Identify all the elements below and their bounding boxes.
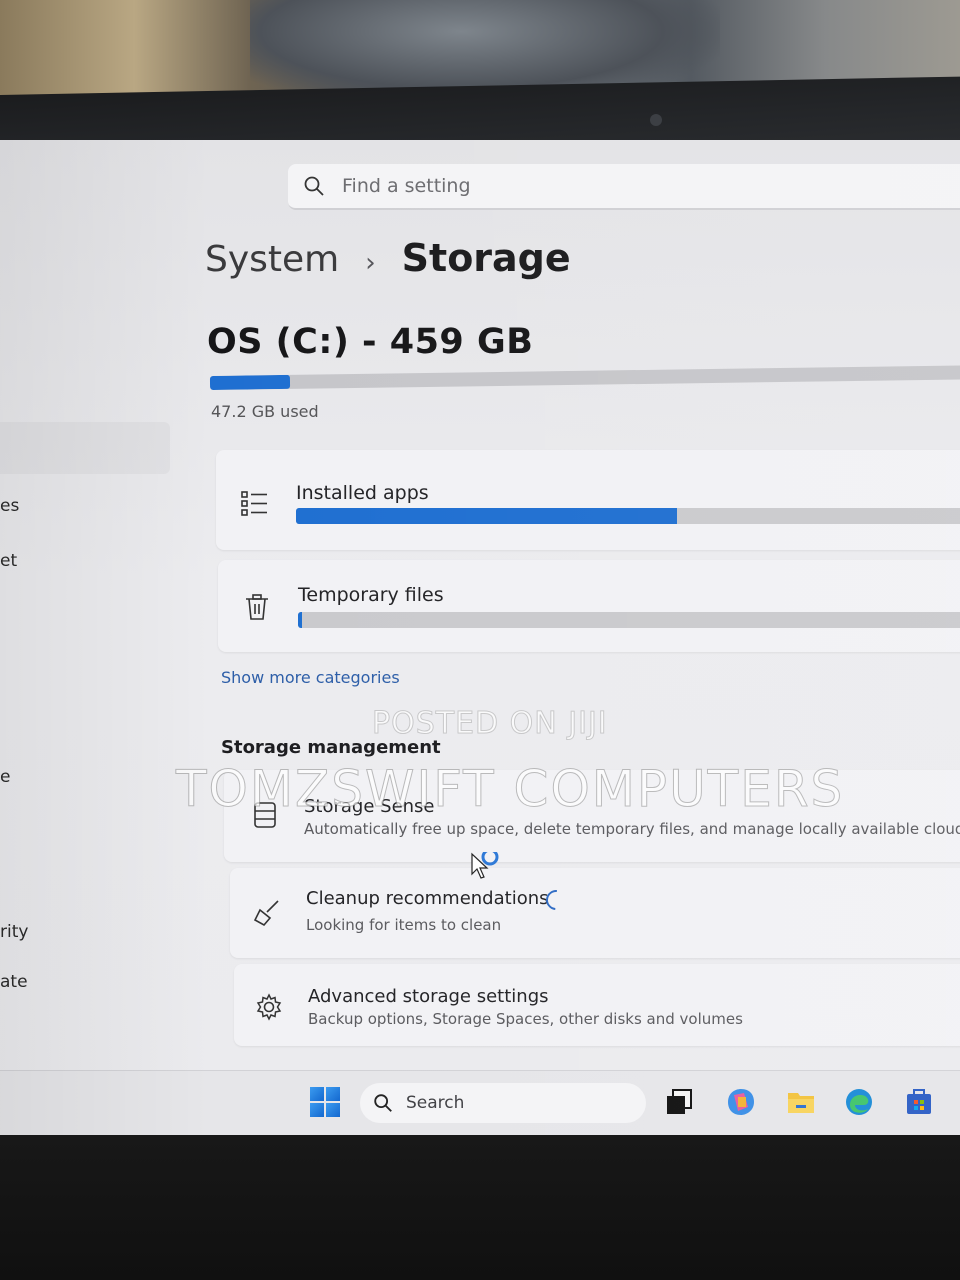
trash-icon bbox=[246, 594, 268, 620]
row-title: Cleanup recommendations bbox=[306, 888, 549, 909]
category-label: Installed apps bbox=[296, 482, 429, 504]
list-icon bbox=[241, 491, 267, 516]
watermark-shop: TOMZSWIFT COMPUTERS bbox=[175, 760, 845, 819]
category-usage-bar bbox=[296, 508, 960, 524]
search-placeholder: Find a setting bbox=[342, 175, 471, 197]
category-label: Temporary files bbox=[298, 584, 444, 606]
laptop-base bbox=[0, 1135, 960, 1280]
drive-used-label: 47.2 GB used bbox=[211, 402, 319, 421]
edge-icon[interactable] bbox=[844, 1087, 874, 1117]
breadcrumb-chevron-icon: › bbox=[365, 248, 376, 278]
show-more-categories-link[interactable]: Show more categories bbox=[221, 668, 400, 687]
microsoft-store-icon[interactable] bbox=[904, 1087, 934, 1117]
drive-usage-bar bbox=[209, 365, 960, 390]
broom-icon bbox=[253, 900, 279, 927]
taskbar-search-label: Search bbox=[406, 1093, 465, 1113]
sidebar-item-5[interactable]: ate bbox=[0, 972, 28, 992]
taskbar-search[interactable]: Search bbox=[360, 1083, 646, 1123]
busy-cursor-icon bbox=[471, 852, 499, 879]
category-usage-fill bbox=[298, 612, 303, 628]
cleanup-recommendations-row[interactable]: Cleanup recommendations Looking for item… bbox=[230, 868, 960, 958]
breadcrumb: System › Storage bbox=[205, 236, 571, 280]
start-button[interactable] bbox=[310, 1087, 340, 1117]
row-description: Looking for items to clean bbox=[306, 916, 502, 934]
settings-window: es et e rity ate Find a setting System ›… bbox=[0, 140, 960, 1135]
watermark-posted: POSTED ON JIJI bbox=[372, 706, 608, 742]
search-icon bbox=[304, 176, 324, 196]
drive-title: OS (C:) - 459 GB bbox=[207, 322, 534, 362]
sidebar-selection bbox=[0, 422, 170, 474]
drive-usage-fill bbox=[209, 374, 291, 390]
page-title: Storage bbox=[401, 236, 571, 280]
sidebar-item-2[interactable]: et bbox=[0, 551, 17, 571]
taskbar: Search bbox=[0, 1070, 960, 1135]
category-installed-apps[interactable]: Installed apps bbox=[216, 450, 960, 550]
advanced-storage-settings-row[interactable]: Advanced storage settings Backup options… bbox=[234, 964, 960, 1046]
gear-icon bbox=[256, 993, 282, 1021]
sidebar-item-3[interactable]: e bbox=[0, 767, 10, 787]
row-description: Backup options, Storage Spaces, other di… bbox=[308, 1010, 743, 1028]
webcam bbox=[650, 114, 662, 126]
sidebar-item-1[interactable]: es bbox=[0, 496, 19, 516]
sidebar-item-4[interactable]: rity bbox=[0, 922, 28, 942]
category-usage-bar bbox=[298, 612, 960, 628]
copilot-icon[interactable] bbox=[726, 1087, 756, 1117]
task-view-icon[interactable] bbox=[664, 1087, 694, 1117]
category-usage-fill bbox=[296, 508, 677, 524]
breadcrumb-parent[interactable]: System bbox=[205, 239, 339, 280]
category-temporary-files[interactable]: Temporary files bbox=[218, 560, 960, 652]
search-icon bbox=[374, 1094, 392, 1112]
file-explorer-icon[interactable] bbox=[786, 1087, 816, 1117]
settings-search[interactable]: Find a setting bbox=[288, 164, 960, 210]
row-title: Advanced storage settings bbox=[308, 986, 549, 1007]
row-description: Automatically free up space, delete temp… bbox=[304, 820, 960, 838]
